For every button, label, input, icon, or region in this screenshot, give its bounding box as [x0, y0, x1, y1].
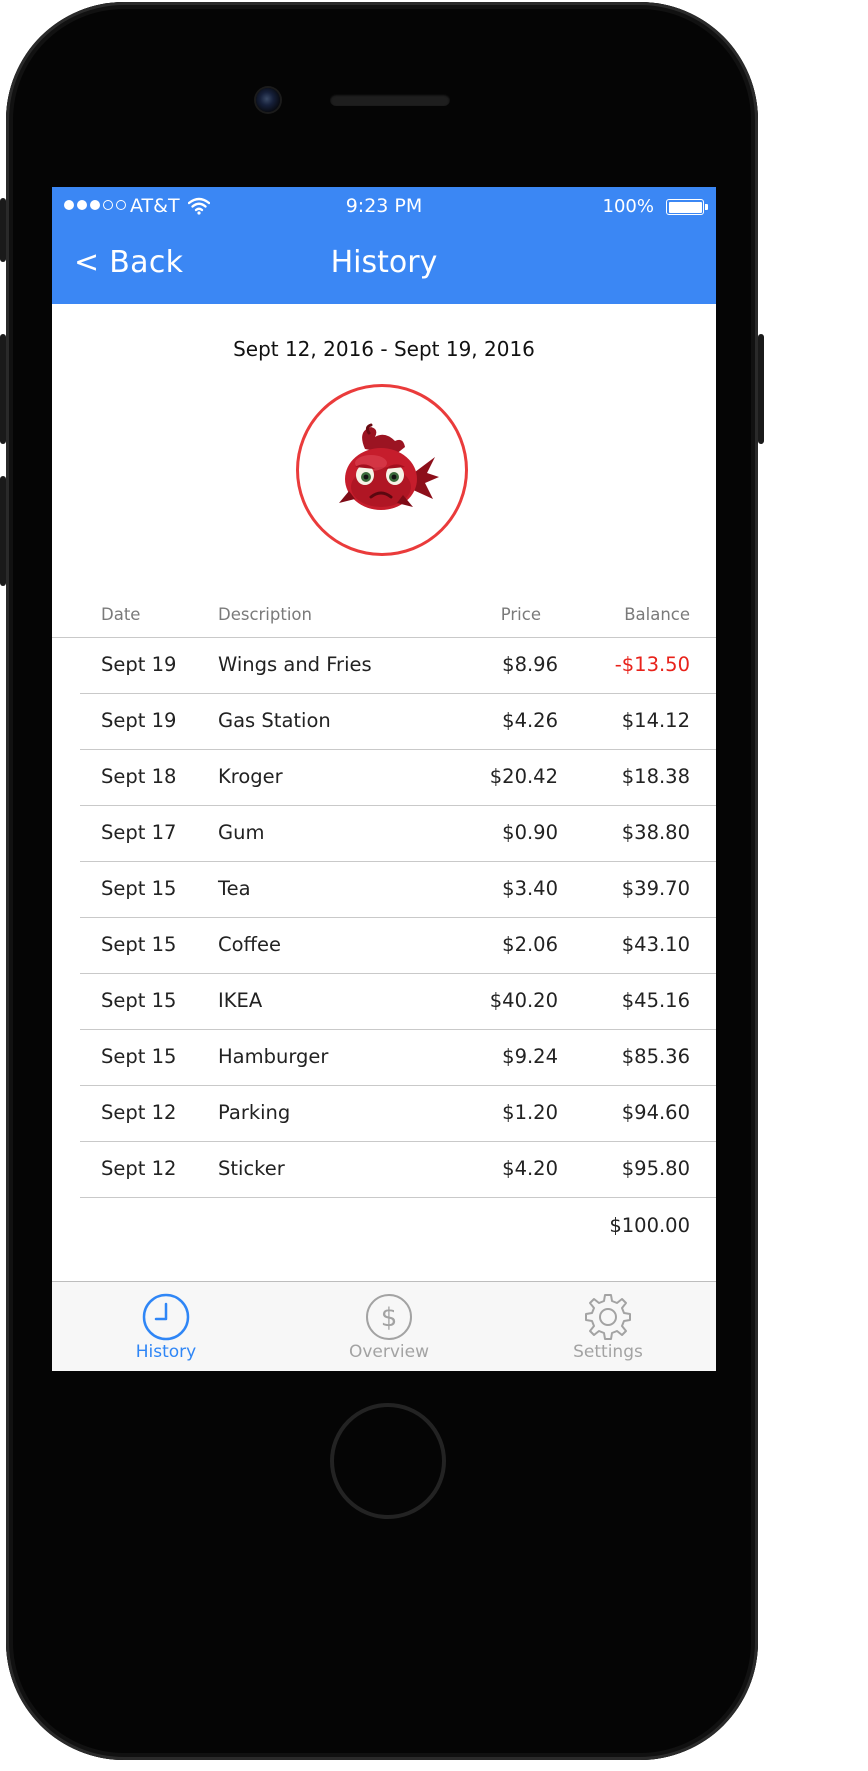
- row-price: $3.40: [502, 877, 558, 900]
- transaction-list: Sept 19 Wings and Fries $8.96 -$13.50 Se…: [52, 638, 716, 1253]
- date-range-label: Sept 12, 2016 - Sept 19, 2016: [233, 337, 535, 361]
- row-description: Tea: [218, 877, 251, 900]
- battery-nub: [705, 204, 708, 210]
- tab-history-label: History: [135, 1342, 197, 1362]
- row-price: $1.20: [502, 1101, 558, 1124]
- table-header: Date Description Price Balance: [52, 605, 716, 637]
- row-balance: $18.38: [621, 765, 690, 788]
- row-price: $4.20: [502, 1157, 558, 1180]
- row-date: Sept 19: [101, 709, 177, 732]
- row-price: $40.20: [489, 989, 558, 1012]
- clock-icon: [142, 1293, 190, 1341]
- row-description: Hamburger: [218, 1045, 329, 1068]
- row-description: Parking: [218, 1101, 291, 1124]
- row-price: $2.06: [502, 933, 558, 956]
- row-date: Sept 15: [101, 877, 177, 900]
- table-row[interactable]: Sept 19 Gas Station $4.26 $14.12: [80, 694, 716, 750]
- table-row[interactable]: Sept 19 Wings and Fries $8.96 -$13.50: [80, 638, 716, 694]
- row-balance: $95.80: [621, 1157, 690, 1180]
- row-balance: $43.10: [621, 933, 690, 956]
- table-row[interactable]: Sept 15 Tea $3.40 $39.70: [80, 862, 716, 918]
- row-date: Sept 17: [101, 821, 177, 844]
- column-header-date: Date: [101, 605, 141, 624]
- battery-icon: [666, 199, 704, 215]
- starting-balance: $100.00: [609, 1214, 690, 1237]
- tab-history[interactable]: History: [66, 1282, 266, 1371]
- power-button: [758, 334, 764, 444]
- row-balance: $45.16: [621, 989, 690, 1012]
- row-balance-negative: -$13.50: [614, 653, 690, 676]
- row-date: Sept 15: [101, 1045, 177, 1068]
- dollar-icon: $: [366, 1294, 412, 1340]
- sad-red-fish-icon: [339, 423, 439, 510]
- row-price: $9.24: [502, 1045, 558, 1068]
- row-date: Sept 19: [101, 653, 177, 676]
- column-header-balance: Balance: [624, 605, 690, 624]
- status-bar: AT&T 9:23 PM 100%: [52, 187, 716, 227]
- earpiece-speaker: [330, 94, 450, 106]
- tab-overview-label: Overview: [348, 1342, 430, 1362]
- row-balance: $38.80: [621, 821, 690, 844]
- row-price: $20.42: [489, 765, 558, 788]
- page-title: History: [330, 245, 438, 280]
- row-description: Sticker: [218, 1157, 285, 1180]
- row-description: Coffee: [218, 933, 281, 956]
- table-row[interactable]: Sept 15 Hamburger $9.24 $85.36: [80, 1030, 716, 1086]
- row-date: Sept 15: [101, 989, 177, 1012]
- mute-switch: [0, 198, 6, 262]
- table-row[interactable]: Sept 12 Sticker $4.20 $95.80: [80, 1142, 716, 1198]
- top-bar: AT&T 9:23 PM 100% < Back History: [52, 187, 716, 304]
- column-header-description: Description: [218, 605, 312, 624]
- row-price: $4.26: [502, 709, 558, 732]
- column-header-price: Price: [500, 605, 541, 624]
- volume-up-button: [0, 334, 6, 444]
- front-camera: [256, 88, 280, 112]
- avatar: [296, 384, 468, 556]
- home-button[interactable]: [330, 1403, 446, 1519]
- volume-down-button: [0, 476, 6, 586]
- app-screen: AT&T 9:23 PM 100% < Back History Sept 12…: [52, 187, 716, 1371]
- tab-overview[interactable]: $ Overview: [289, 1282, 489, 1371]
- row-balance: $94.60: [621, 1101, 690, 1124]
- row-balance: $14.12: [621, 709, 690, 732]
- tab-settings-label: Settings: [573, 1342, 643, 1362]
- table-row[interactable]: Sept 17 Gum $0.90 $38.80: [80, 806, 716, 862]
- row-price: $0.90: [502, 821, 558, 844]
- starting-balance-row: $100.00: [52, 1198, 716, 1253]
- battery-percentage: 100%: [602, 196, 654, 217]
- row-description: Gum: [218, 821, 265, 844]
- row-description: Kroger: [218, 765, 283, 788]
- tab-settings[interactable]: Settings: [508, 1282, 708, 1371]
- table-row[interactable]: Sept 15 Coffee $2.06 $43.10: [80, 918, 716, 974]
- row-balance: $85.36: [621, 1045, 690, 1068]
- row-description: Gas Station: [218, 709, 331, 732]
- row-date: Sept 18: [101, 765, 177, 788]
- row-date: Sept 15: [101, 933, 177, 956]
- row-description: IKEA: [218, 989, 263, 1012]
- table-row[interactable]: Sept 12 Parking $1.20 $94.60: [80, 1086, 716, 1142]
- row-balance: $39.70: [621, 877, 690, 900]
- table-row[interactable]: Sept 18 Kroger $20.42 $18.38: [80, 750, 716, 806]
- row-price: $8.96: [502, 653, 558, 676]
- svg-text:$: $: [381, 1303, 398, 1333]
- table-row[interactable]: Sept 15 IKEA $40.20 $45.16: [80, 974, 716, 1030]
- row-description: Wings and Fries: [218, 653, 372, 676]
- tab-bar: History $ Overview Settings: [52, 1281, 716, 1371]
- row-date: Sept 12: [101, 1101, 177, 1124]
- gear-icon: [585, 1294, 631, 1340]
- row-date: Sept 12: [101, 1157, 177, 1180]
